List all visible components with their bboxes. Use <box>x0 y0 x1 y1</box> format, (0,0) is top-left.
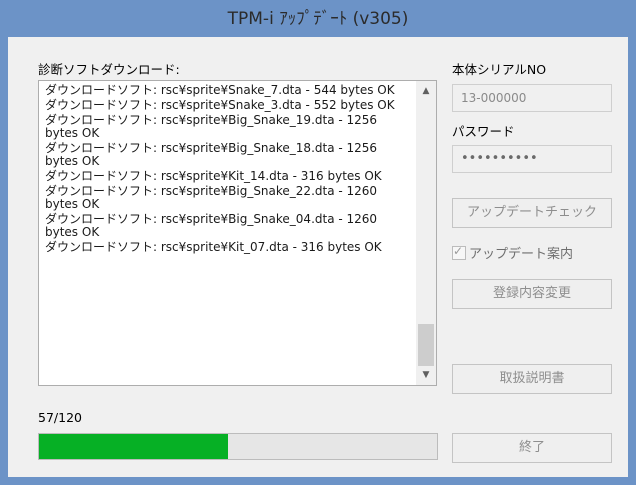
dialog-client-area: 診断ソフトダウンロード: ダウンロードソフト: rsc¥sprite¥Snake… <box>8 37 628 477</box>
download-label: 診断ソフトダウンロード: <box>38 62 180 77</box>
update-window: TPM-i ｱｯﾌﾟﾃﾞｰﾄ (v305) 診断ソフトダウンロード: ダウンロー… <box>0 0 636 485</box>
log-line: ダウンロードソフト: rsc¥sprite¥Big_Snake_04.dta -… <box>45 212 378 239</box>
log-line: ダウンロードソフト: rsc¥sprite¥Big_Snake_19.dta -… <box>45 113 378 140</box>
serial-label: 本体シリアルNO <box>452 62 547 77</box>
log-line: ダウンロードソフト: rsc¥sprite¥Kit_07.dta - 316 b… <box>45 240 382 254</box>
checkbox-box[interactable]: ✓ <box>452 244 466 260</box>
serial-field[interactable]: 13-000000 <box>452 84 612 112</box>
progress-fill <box>39 434 229 459</box>
check-icon: ✓ <box>453 244 464 258</box>
password-field[interactable]: •••••••••• <box>452 145 612 173</box>
window-title: TPM-i ｱｯﾌﾟﾃﾞｰﾄ (v305) <box>227 9 409 29</box>
log-line: ダウンロードソフト: rsc¥sprite¥Snake_7.dta - 544 … <box>45 83 395 97</box>
download-progress-bar <box>38 433 438 460</box>
update-check-button[interactable]: アップデートチェック <box>452 198 612 228</box>
chevron-down-icon[interactable]: ▼ <box>416 366 436 384</box>
progress-text: 57/120 <box>38 410 82 425</box>
scrollbar-thumb[interactable] <box>418 324 434 366</box>
update-notice-checkbox[interactable]: ✓ アップデート案内 <box>452 243 574 262</box>
log-scrollbar[interactable]: ▲ ▼ <box>416 81 436 385</box>
download-log-list[interactable]: ダウンロードソフト: rsc¥sprite¥Snake_7.dta - 544 … <box>38 80 437 386</box>
chevron-up-icon[interactable]: ▲ <box>416 82 436 100</box>
log-line: ダウンロードソフト: rsc¥sprite¥Big_Snake_22.dta -… <box>45 184 378 211</box>
manual-button[interactable]: 取扱説明書 <box>452 364 612 394</box>
download-log: ダウンロードソフト: rsc¥sprite¥Snake_7.dta - 544 … <box>45 84 407 256</box>
update-notice-label: アップデート案内 <box>469 247 574 262</box>
exit-button[interactable]: 終了 <box>452 433 612 463</box>
log-line: ダウンロードソフト: rsc¥sprite¥Snake_3.dta - 552 … <box>45 98 395 112</box>
log-line: ダウンロードソフト: rsc¥sprite¥Kit_14.dta - 316 b… <box>45 169 382 183</box>
log-line: ダウンロードソフト: rsc¥sprite¥Big_Snake_18.dta -… <box>45 141 378 168</box>
registration-change-button[interactable]: 登録内容変更 <box>452 279 612 309</box>
password-label: パスワード <box>452 124 515 139</box>
